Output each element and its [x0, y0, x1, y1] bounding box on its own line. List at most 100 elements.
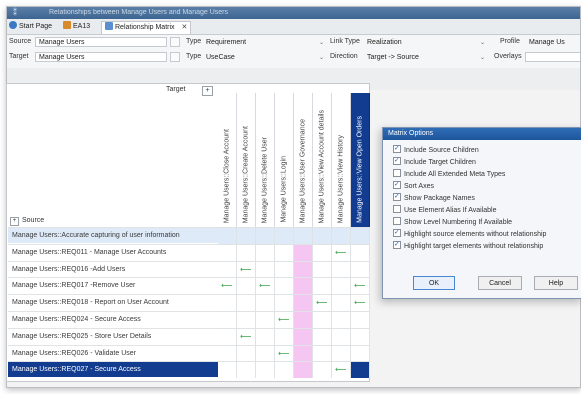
matrix-cell[interactable] — [351, 260, 370, 278]
option-checkbox-row[interactable]: Include All Extended Meta Types — [393, 169, 505, 180]
matrix-cell[interactable] — [313, 344, 332, 362]
target-expand-button[interactable]: + — [202, 86, 213, 96]
matrix-row-label[interactable]: Manage Users::REQ024 - Secure Access — [8, 311, 218, 327]
matrix-cell[interactable] — [294, 344, 313, 362]
tab-relationship-matrix[interactable]: Relationship Matrix ✕ — [101, 21, 192, 34]
matrix-cell[interactable] — [332, 260, 351, 278]
matrix-cell[interactable]: ⟵ — [275, 311, 294, 328]
overlays-field[interactable] — [525, 52, 580, 62]
matrix-row-label[interactable]: Manage Users::REQ026 - Validate User — [8, 344, 218, 361]
matrix-cell[interactable] — [332, 344, 351, 362]
option-checkbox-row[interactable]: Include Source Children — [393, 143, 479, 156]
matrix-cell[interactable] — [313, 243, 332, 261]
matrix-cell[interactable]: ⟵ — [313, 294, 332, 311]
target-field[interactable]: Manage Users — [35, 52, 167, 62]
link-type-select[interactable]: Realization ⌄ — [363, 37, 488, 47]
option-checkbox-row[interactable]: Highlight source elements without relati… — [393, 227, 546, 240]
matrix-cell[interactable] — [218, 294, 237, 311]
matrix-cell[interactable] — [332, 277, 351, 295]
matrix-cell[interactable] — [351, 227, 370, 244]
matrix-cell[interactable] — [256, 361, 275, 379]
matrix-cell[interactable] — [313, 277, 332, 295]
matrix-cell[interactable] — [313, 327, 332, 345]
matrix-cell[interactable] — [294, 243, 313, 261]
matrix-cell[interactable] — [294, 260, 313, 278]
matrix-column-header[interactable]: Manage Users::View History — [332, 93, 351, 227]
tab-ea13[interactable]: EA13 — [63, 21, 90, 33]
matrix-cell[interactable] — [256, 344, 275, 362]
matrix-cell[interactable] — [275, 260, 294, 278]
matrix-cell[interactable] — [275, 327, 294, 345]
matrix-cell[interactable] — [313, 260, 332, 278]
matrix-cell[interactable] — [218, 311, 237, 328]
checkbox[interactable] — [393, 205, 401, 213]
matrix-cell[interactable] — [275, 227, 294, 244]
matrix-cell[interactable] — [218, 327, 237, 345]
matrix-cell[interactable]: ⟵ — [351, 277, 370, 295]
matrix-row-label[interactable]: Manage Users::Accurate capturing of user… — [8, 227, 218, 243]
matrix-cell[interactable] — [256, 227, 275, 244]
matrix-cell[interactable] — [351, 344, 370, 362]
checkbox[interactable] — [393, 179, 401, 190]
matrix-column-header[interactable]: Manage Users::View Open Orders — [351, 93, 370, 227]
matrix-cell[interactable] — [313, 227, 332, 244]
matrix-cell[interactable] — [313, 361, 332, 379]
matrix-column-header[interactable]: Manage Users::Close Account — [218, 93, 237, 227]
matrix-cell[interactable] — [294, 227, 313, 244]
matrix-cell[interactable] — [332, 311, 351, 328]
matrix-cell[interactable] — [275, 277, 294, 295]
window-menu-icon[interactable]: ⁑ — [13, 7, 17, 19]
checkbox[interactable] — [393, 143, 401, 154]
matrix-cell[interactable] — [351, 327, 370, 345]
matrix-cell[interactable] — [218, 243, 237, 261]
matrix-cell[interactable]: ⟵ — [237, 327, 256, 345]
checkbox[interactable] — [393, 227, 401, 238]
matrix-cell[interactable] — [218, 227, 237, 244]
option-checkbox-row[interactable]: Include Target Children — [393, 155, 476, 168]
matrix-cell[interactable] — [275, 294, 294, 311]
matrix-cell[interactable] — [332, 327, 351, 345]
matrix-cell[interactable] — [256, 311, 275, 328]
matrix-cell[interactable] — [256, 243, 275, 261]
source-field[interactable]: Manage Users — [35, 37, 167, 47]
matrix-row-label[interactable]: Manage Users::REQ027 - Secure Access — [8, 361, 218, 378]
tab-start-page[interactable]: Start Page — [9, 21, 52, 33]
matrix-cell[interactable] — [294, 361, 313, 379]
matrix-cell[interactable] — [218, 344, 237, 362]
matrix-row-label[interactable]: Manage Users::REQ017 -Remove User — [8, 277, 218, 293]
matrix-cell[interactable]: ⟵ — [332, 361, 351, 379]
matrix-cell[interactable] — [351, 311, 370, 328]
matrix-row-label[interactable]: Manage Users::REQ011 - Manage User Accou… — [8, 243, 218, 260]
matrix-cell[interactable] — [237, 311, 256, 328]
matrix-row-label[interactable]: Manage Users::REQ016 -Add Users — [8, 260, 218, 277]
matrix-cell[interactable] — [237, 361, 256, 379]
matrix-cell[interactable] — [237, 277, 256, 295]
matrix-cell[interactable] — [218, 361, 237, 379]
matrix-cell[interactable] — [218, 260, 237, 278]
matrix-cell[interactable] — [351, 361, 370, 379]
matrix-cell[interactable] — [237, 243, 256, 261]
matrix-cell[interactable] — [237, 294, 256, 311]
matrix-cell[interactable]: ⟵ — [332, 243, 351, 261]
matrix-cell[interactable] — [313, 311, 332, 328]
checkbox[interactable] — [393, 239, 401, 250]
matrix-cell[interactable] — [332, 294, 351, 311]
matrix-cell[interactable] — [294, 327, 313, 345]
source-expand-button[interactable]: + — [10, 217, 19, 226]
matrix-cell[interactable] — [275, 243, 294, 261]
matrix-cell[interactable] — [237, 344, 256, 362]
matrix-cell[interactable] — [256, 260, 275, 278]
checkbox[interactable] — [393, 217, 401, 225]
matrix-cell[interactable]: ⟵ — [351, 294, 370, 311]
source-browse-button[interactable] — [170, 37, 180, 47]
profile-select[interactable]: Manage Us — [525, 37, 580, 47]
matrix-cell[interactable] — [256, 327, 275, 345]
matrix-cell[interactable]: ⟵ — [218, 277, 237, 295]
matrix-row-label[interactable]: Manage Users::REQ025 - Store User Detail… — [8, 327, 218, 344]
matrix-cell[interactable] — [275, 361, 294, 379]
matrix-cell[interactable] — [294, 311, 313, 328]
checkbox[interactable] — [393, 191, 401, 202]
matrix-column-header[interactable]: Manage Users::Login — [275, 93, 294, 227]
option-checkbox-row[interactable]: Show Level Numbering If Available — [393, 217, 512, 228]
matrix-cell[interactable] — [294, 277, 313, 295]
